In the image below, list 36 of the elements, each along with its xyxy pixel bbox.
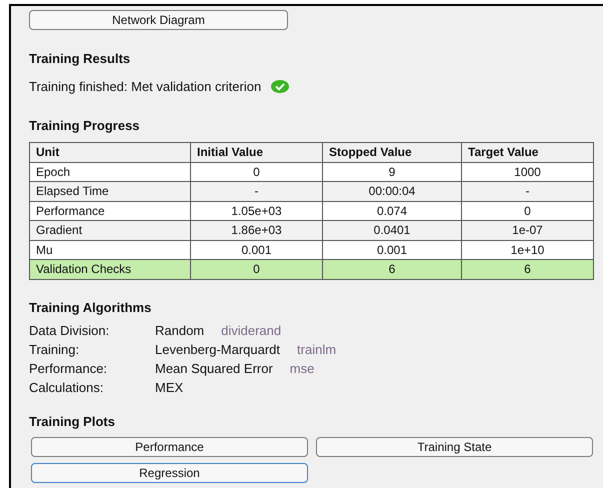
section-title: Training Progress — [29, 117, 141, 135]
column-header: Stopped Value — [322, 142, 462, 162]
field-label: Training: — [29, 341, 80, 360]
network-diagram-button[interactable]: Network Diagram — [29, 10, 288, 30]
column-header: Initial Value — [190, 142, 322, 162]
field-label: Calculations: — [29, 379, 104, 398]
field-value: Levenberg-Marquardt — [155, 341, 280, 360]
table-cell: - — [462, 182, 594, 201]
plot-button[interactable]: Training State — [316, 436, 593, 456]
table-cell: 00:00:04 — [322, 182, 462, 201]
plot-button[interactable]: Regression — [31, 462, 308, 482]
table-cell: Elapsed Time — [30, 182, 190, 201]
function-name: dividerand — [221, 322, 282, 340]
table-cell: 0.0401 — [322, 220, 462, 240]
field-label: Data Division: — [29, 322, 110, 340]
column-header: Unit — [30, 142, 190, 162]
table-cell: Gradient — [30, 220, 190, 240]
table-cell: - — [190, 182, 322, 201]
column-header: Target Value — [462, 142, 594, 162]
table-cell: 6 — [462, 260, 594, 279]
field-label: Performance: — [29, 360, 108, 378]
field-value: Mean Squared Error — [155, 360, 273, 378]
function-name: trainlm — [297, 341, 336, 360]
section-title: Training Plots — [29, 413, 116, 431]
table-cell: 6 — [322, 260, 462, 279]
status-text: Training finished: Met validation criterion — [29, 78, 262, 96]
table-cell: 1e-07 — [462, 220, 594, 240]
table-cell: 0 — [190, 260, 322, 279]
field-value: MEX — [155, 379, 184, 398]
table-cell: 1.86e+03 — [190, 220, 322, 240]
function-name: mse — [290, 360, 314, 378]
section-title: Training Results — [29, 50, 132, 68]
field-value: Random — [155, 322, 204, 340]
section-title: Training Algorithms — [29, 298, 152, 317]
table-cell: Validation Checks — [30, 260, 190, 279]
plot-button[interactable]: Performance — [31, 436, 308, 456]
